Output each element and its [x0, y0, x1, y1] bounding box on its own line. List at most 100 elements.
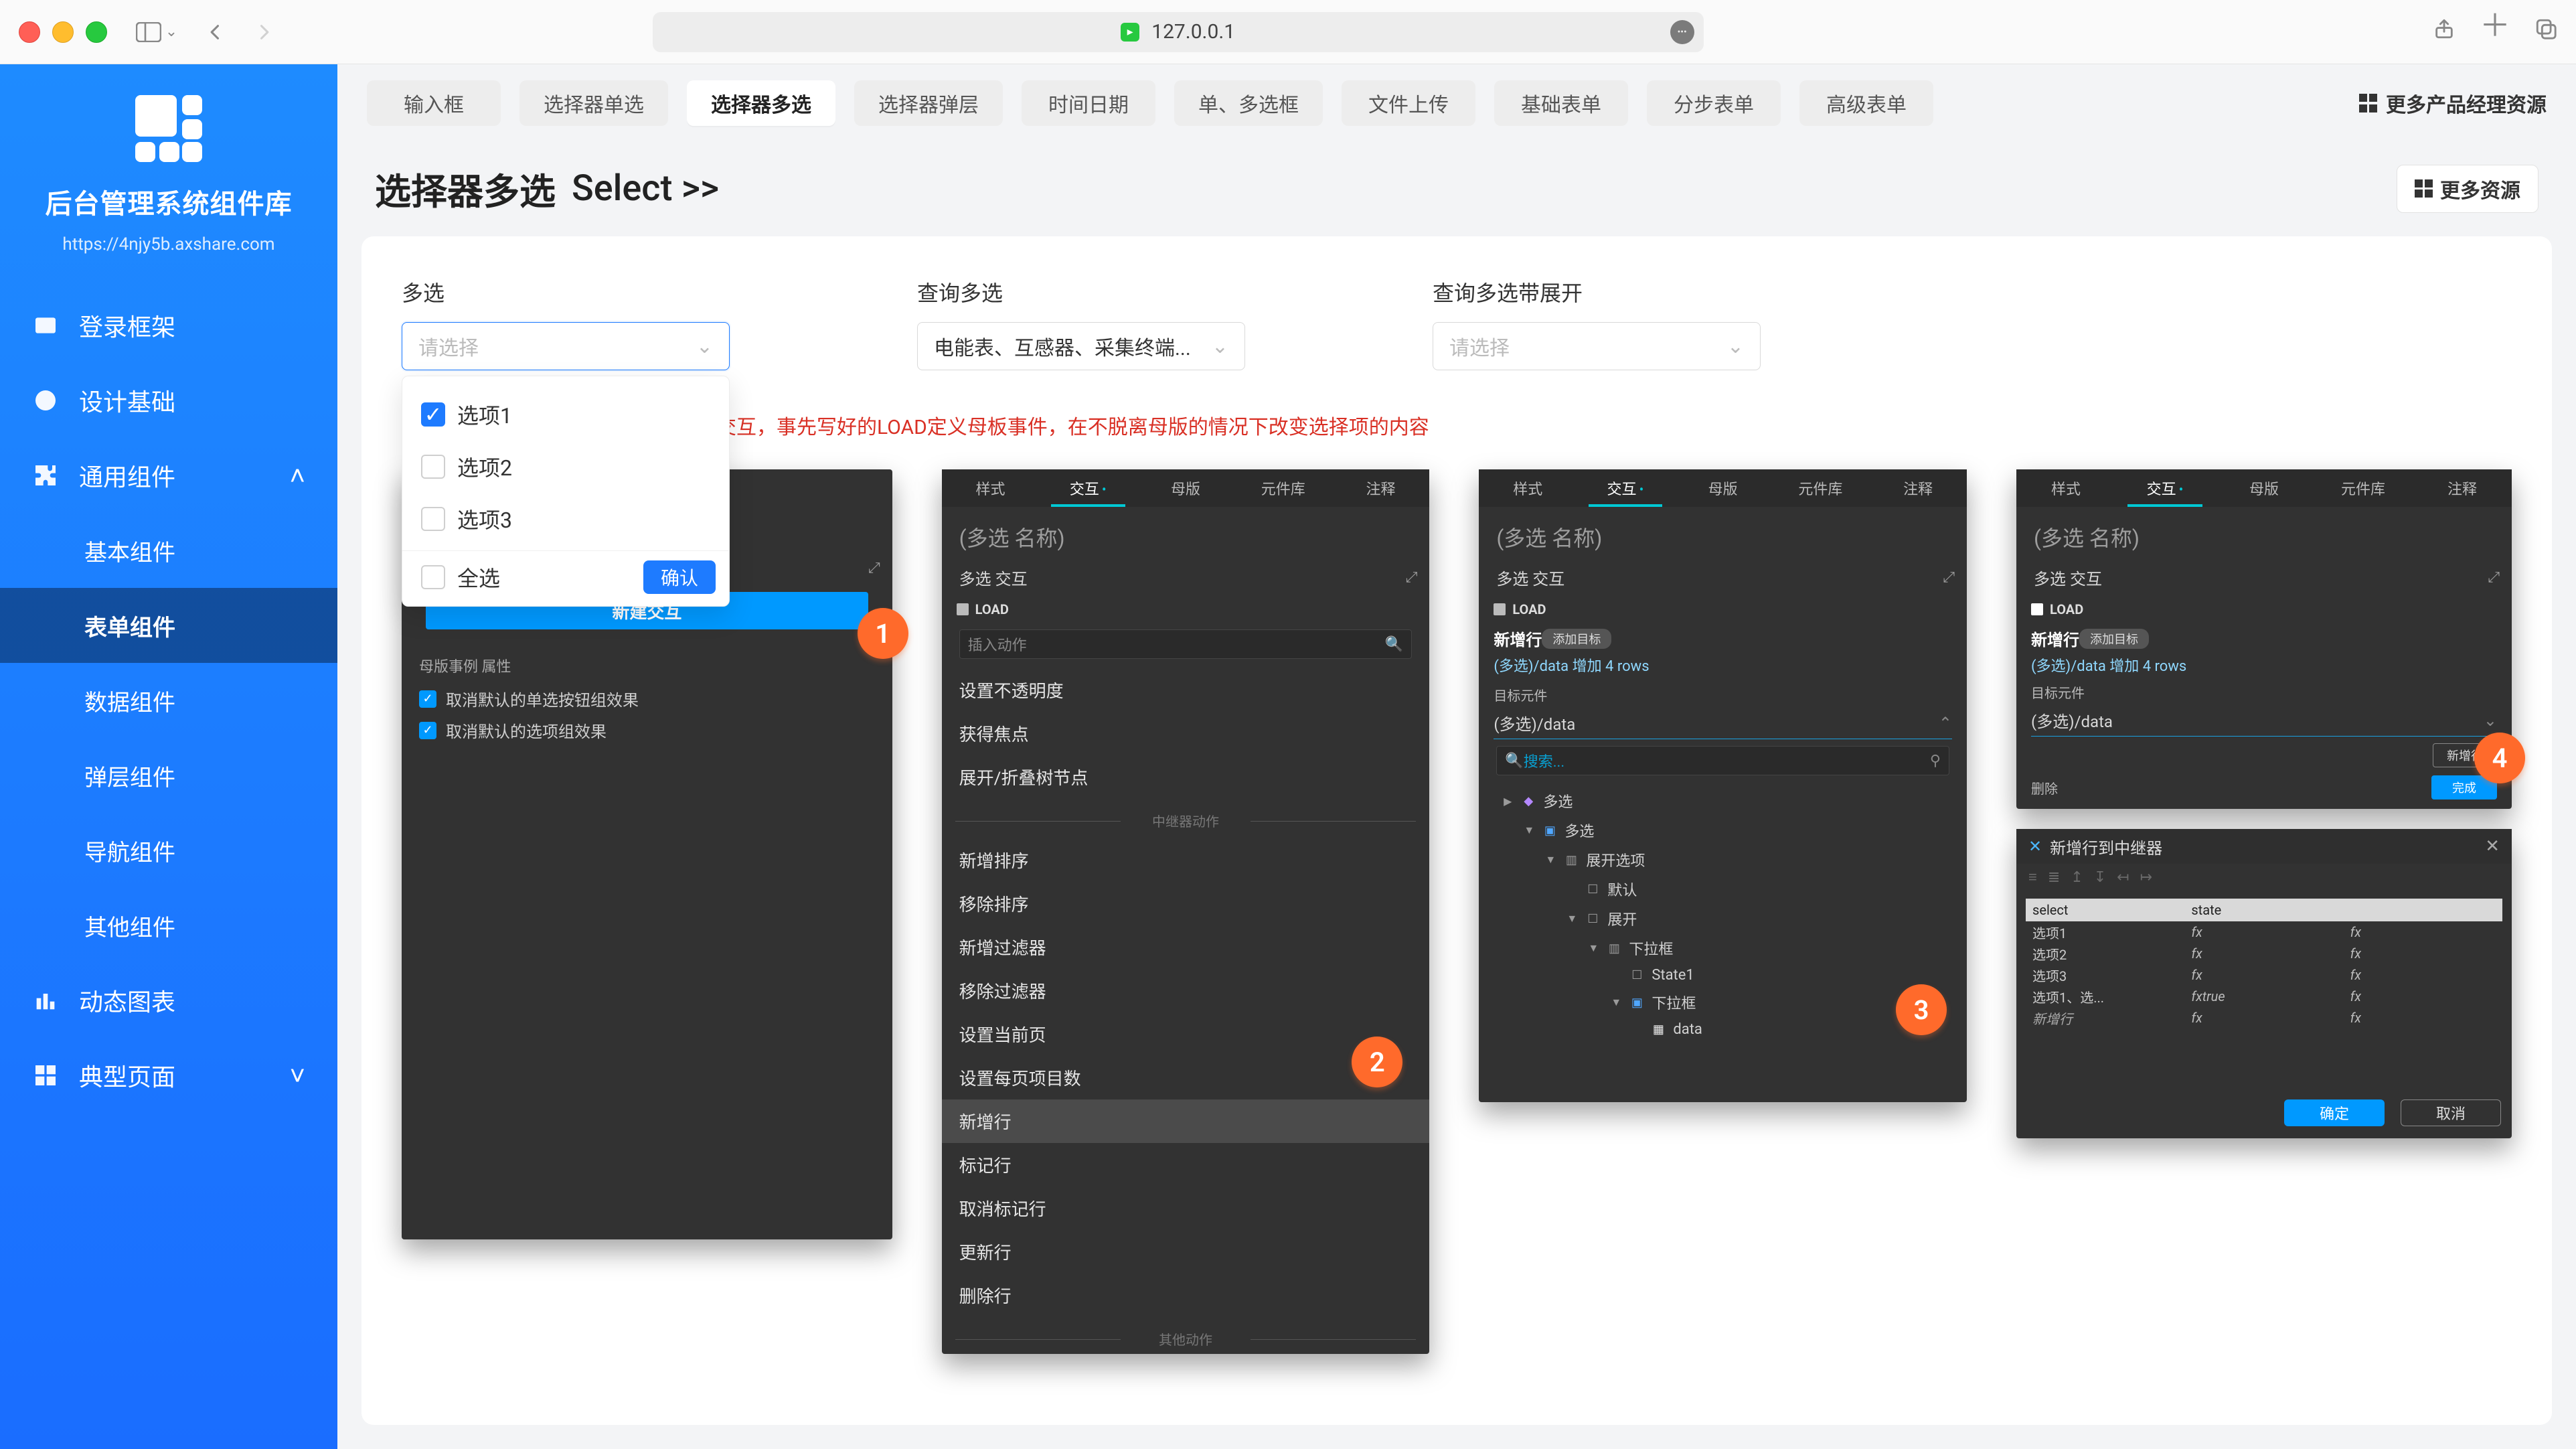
- ax-tab-library[interactable]: 元件库: [1772, 469, 1870, 507]
- option-2[interactable]: 选项2: [402, 441, 729, 493]
- ax-tab-master[interactable]: 母版: [1137, 469, 1234, 507]
- close-icon[interactable]: ✕: [2485, 836, 2500, 856]
- target-value-input[interactable]: (多选)/data ⌃: [1494, 707, 1952, 739]
- checkbox-icon[interactable]: [421, 565, 445, 589]
- ax-tab-notes[interactable]: 注释: [1869, 469, 1967, 507]
- sidebar-item-other[interactable]: 其他组件: [0, 888, 337, 963]
- maximize-window-icon[interactable]: [86, 21, 107, 43]
- action-item[interactable]: 展开/折叠树节点: [942, 755, 1430, 799]
- action-item[interactable]: 标记行: [942, 1143, 1430, 1187]
- sidebar-item-pages[interactable]: 典型页面 ˅: [0, 1038, 337, 1113]
- checkbox-checked-icon[interactable]: ✓: [419, 722, 436, 739]
- tab-step-form[interactable]: 分步表单: [1647, 80, 1781, 126]
- search-multi-select-input[interactable]: 电能表、互感器、采集终端... ⌄: [917, 322, 1245, 370]
- ax-tab-master[interactable]: 母版: [1674, 469, 1772, 507]
- minimize-window-icon[interactable]: [52, 21, 74, 43]
- load-event[interactable]: LOAD: [2016, 596, 2512, 623]
- option-1[interactable]: ✓ 选项1: [402, 388, 729, 441]
- tree-row[interactable]: ☐State1: [1485, 963, 1960, 988]
- new-tab-icon[interactable]: ＋: [2480, 17, 2510, 46]
- checkbox-icon[interactable]: [421, 507, 445, 531]
- delete-label[interactable]: 删除: [2031, 778, 2058, 797]
- tree-row[interactable]: ▦data: [1485, 1017, 1960, 1042]
- sidebar-item-components[interactable]: 通用组件 ˄: [0, 438, 337, 513]
- confirm-button[interactable]: 确认: [643, 560, 716, 594]
- action-item-add-row[interactable]: 新增行: [942, 1099, 1430, 1143]
- ax-tab-interaction[interactable]: 交互: [1039, 469, 1137, 507]
- tree-row[interactable]: ▼▣多选: [1485, 816, 1960, 845]
- tabs-overview-icon[interactable]: [2534, 17, 2557, 46]
- ax-tab-interaction[interactable]: 交互: [2115, 469, 2215, 507]
- ax-tab-style[interactable]: 样式: [942, 469, 1040, 507]
- ax-tab-interaction[interactable]: 交互: [1577, 469, 1674, 507]
- action-item[interactable]: 新增过滤器: [942, 925, 1430, 969]
- tab-input[interactable]: 输入框: [367, 80, 501, 126]
- tree-row[interactable]: ▼▥下拉框: [1485, 933, 1960, 963]
- ok-button[interactable]: 确定: [2284, 1099, 2385, 1126]
- sidebar-toggle-icon[interactable]: ⌄: [130, 16, 183, 48]
- add-target-pill[interactable]: 添加目标: [2079, 629, 2149, 649]
- target-value-input[interactable]: (多选)/data ⌄: [2031, 704, 2497, 737]
- multi-select-dropdown[interactable]: ✓ 选项1 选项2 选项3 全选: [402, 376, 730, 607]
- toolbar-icon[interactable]: ↧: [2094, 869, 2106, 886]
- expand-icon[interactable]: ⤢: [1406, 569, 1418, 586]
- checkbox-icon[interactable]: [421, 455, 445, 479]
- repeater-table[interactable]: select state 选项1fxfx 选项2fxfx 选项3fxfx 选项1…: [2026, 899, 2502, 1028]
- sidebar-item-popup[interactable]: 弹层组件: [0, 738, 337, 813]
- expand-icon[interactable]: ⤢: [1943, 569, 1955, 586]
- back-button[interactable]: [199, 16, 232, 48]
- action-item[interactable]: 移除排序: [942, 882, 1430, 925]
- tab-datetime[interactable]: 时间日期: [1022, 80, 1155, 126]
- more-resource-button[interactable]: 更多资源: [2397, 165, 2539, 213]
- cancel-button[interactable]: 取消: [2401, 1099, 2501, 1126]
- tree-row[interactable]: ▼☐展开: [1485, 904, 1960, 933]
- action-item[interactable]: 删除行: [942, 1274, 1430, 1317]
- checkbox-checked-icon[interactable]: ✓: [421, 402, 445, 427]
- multi-select-input[interactable]: 请选择 ⌄: [402, 322, 730, 370]
- sidebar-item-design[interactable]: 设计基础: [0, 363, 337, 438]
- check-row-1[interactable]: ✓ 取消默认的单选按钮组效果: [402, 683, 892, 714]
- tab-single-select[interactable]: 选择器单选: [519, 80, 668, 126]
- tree-row[interactable]: ▶◆多选: [1485, 786, 1960, 816]
- action-item[interactable]: 移除过滤器: [942, 969, 1430, 1012]
- reader-icon[interactable]: •••: [1670, 20, 1694, 44]
- sidebar-item-data[interactable]: 数据组件: [0, 663, 337, 738]
- sidebar-item-login[interactable]: 登录框架: [0, 288, 337, 363]
- checkbox-checked-icon[interactable]: ✓: [419, 690, 436, 708]
- expand-icon[interactable]: ⤢: [2488, 569, 2500, 586]
- ax-tab-library[interactable]: 元件库: [1234, 469, 1332, 507]
- option-3[interactable]: 选项3: [402, 493, 729, 545]
- tree-row[interactable]: ☐默认: [1485, 874, 1960, 904]
- close-window-icon[interactable]: [19, 21, 40, 43]
- search-expand-select-input[interactable]: 请选择 ⌄: [1433, 322, 1761, 370]
- toolbar-icon[interactable]: ↤: [2117, 869, 2129, 886]
- tab-upload[interactable]: 文件上传: [1342, 80, 1475, 126]
- tree-row[interactable]: ▼▥展开选项: [1485, 845, 1960, 874]
- sidebar-item-charts[interactable]: 动态图表: [0, 963, 337, 1038]
- toolbar-icon[interactable]: ≡: [2028, 868, 2037, 886]
- action-item[interactable]: 获得焦点: [942, 712, 1430, 755]
- ax-tab-notes[interactable]: 注释: [1332, 469, 1430, 507]
- ax-tab-notes[interactable]: 注释: [2413, 469, 2512, 507]
- tab-popup-select[interactable]: 选择器弹层: [854, 80, 1003, 126]
- expand-icon[interactable]: ⤢: [868, 560, 880, 577]
- toolbar-icon[interactable]: ↥: [2071, 869, 2083, 886]
- more-pm-resources-link[interactable]: 更多产品经理资源: [2359, 88, 2547, 118]
- tab-basic-form[interactable]: 基础表单: [1494, 80, 1628, 126]
- action-search[interactable]: 插入动作 🔍: [959, 629, 1413, 659]
- load-event[interactable]: LOAD: [942, 596, 1430, 623]
- action-item[interactable]: 更新行: [942, 1230, 1430, 1274]
- tab-advanced-form[interactable]: 高级表单: [1799, 80, 1933, 126]
- tree-search[interactable]: 🔍 搜索... ⚲: [1496, 746, 1949, 775]
- tree-row[interactable]: ▼▣下拉框: [1485, 988, 1960, 1017]
- action-item[interactable]: 设置不透明度: [942, 668, 1430, 712]
- toolbar-icon[interactable]: ≣: [2048, 869, 2060, 886]
- share-icon[interactable]: [2433, 17, 2456, 46]
- ax-tab-style[interactable]: 样式: [1479, 469, 1577, 507]
- ax-tab-master[interactable]: 母版: [2215, 469, 2314, 507]
- ax-tab-style[interactable]: 样式: [2016, 469, 2115, 507]
- add-target-pill[interactable]: 添加目标: [1542, 629, 1611, 649]
- ax-tab-library[interactable]: 元件库: [2314, 469, 2413, 507]
- action-item[interactable]: 取消标记行: [942, 1187, 1430, 1230]
- load-event[interactable]: LOAD: [1479, 596, 1967, 623]
